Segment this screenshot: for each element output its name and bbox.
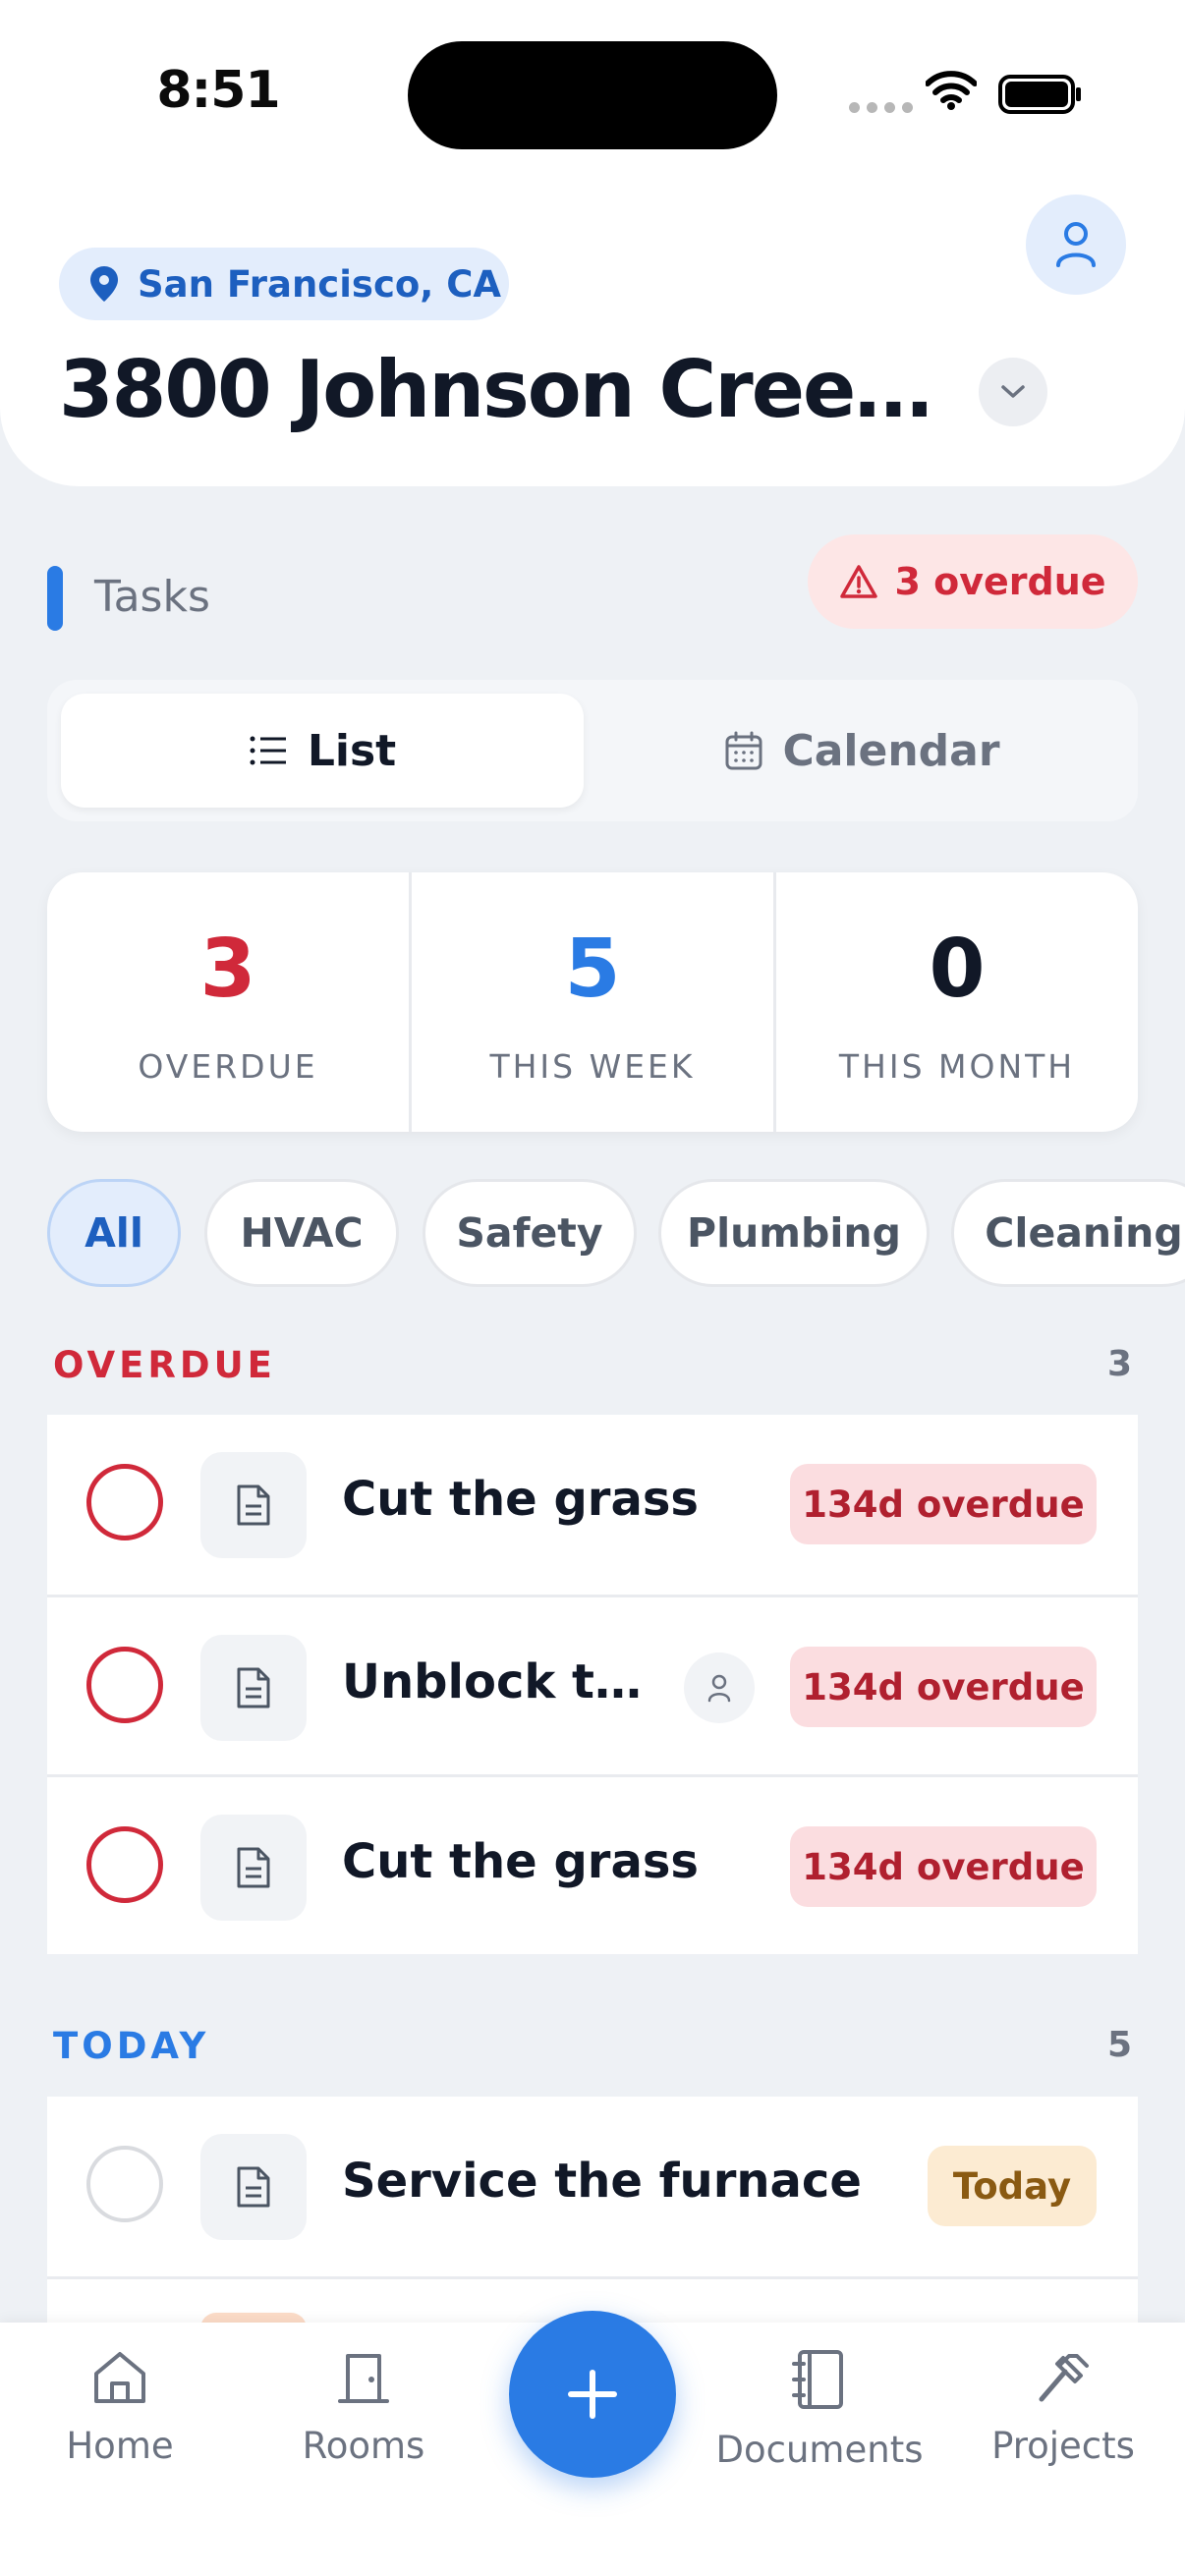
task-category-tile [200,2134,307,2240]
nav-rooms-label: Rooms [302,2425,425,2467]
stat-caption: THIS MONTH [838,1047,1076,1086]
stat-value: 3 [199,923,256,1016]
calendar-icon [725,731,762,770]
overdue-badge: 134d overdue [790,1647,1097,1727]
task-checkbox[interactable] [86,1826,163,1903]
profile-button[interactable] [1026,195,1126,295]
tab-calendar[interactable]: Calendar [601,694,1124,808]
group-count-today: 5 [1106,2025,1132,2065]
battery-icon [998,75,1081,114]
overdue-summary-pill[interactable]: 3 overdue [808,534,1138,629]
document-icon [237,1847,270,1888]
task-checkbox[interactable] [86,1464,163,1540]
hammer-icon [1039,2354,1089,2402]
home-icon [94,2352,145,2403]
stats-card: 3 OVERDUE 5 THIS WEEK 0 THIS MONTH [47,872,1138,1132]
task-row[interactable]: Unblock th... 134d overdue [47,1595,1138,1774]
door-icon [338,2354,389,2403]
group-header-today: TODAY [53,2025,210,2067]
chevron-down-icon [1001,385,1025,398]
nav-rooms[interactable]: Rooms [255,2348,472,2467]
stat-value: 5 [564,923,621,1016]
assignee-avatar [684,1652,755,1723]
filter-chip-cleaning[interactable]: Cleaning [951,1179,1185,1287]
view-toggle: List Calendar [47,680,1138,821]
tab-list[interactable]: List [61,694,584,808]
nav-documents-label: Documents [715,2429,924,2471]
location-chip[interactable]: San Francisco, CA [59,248,509,320]
filter-chip-hvac[interactable]: HVAC [204,1179,399,1287]
stat-caption: OVERDUE [138,1047,318,1086]
group-count-overdue: 3 [1106,1344,1132,1384]
tasks-accent-bar [47,566,63,631]
task-title: Cut the grass [342,1834,699,1889]
today-task-list: Service the furnace Today [47,2097,1138,2332]
group-header-overdue: OVERDUE [53,1344,276,1386]
overdue-badge: 134d overdue [790,1826,1097,1907]
address-dropdown-button[interactable] [979,358,1047,426]
user-icon [707,1674,731,1703]
stat-caption: THIS WEEK [489,1047,696,1086]
signal-icon [849,102,913,113]
document-icon [237,1484,270,1526]
task-title: Cut the grass [342,1472,699,1527]
task-category-tile [200,1635,307,1741]
overdue-task-list: Cut the grass 134d overdue Unblock th...… [47,1415,1138,1954]
user-icon [1056,222,1096,267]
warning-icon [840,565,878,598]
dynamic-island [408,41,777,149]
tab-calendar-label: Calendar [782,725,1000,776]
document-icon [237,2166,270,2208]
nav-home-label: Home [66,2425,174,2467]
nav-home[interactable]: Home [12,2348,228,2467]
stat-this-month[interactable]: 0 THIS MONTH [773,872,1138,1132]
task-title: Unblock th... [342,1654,666,1709]
status-time: 8:51 [156,61,280,120]
stat-this-week[interactable]: 5 THIS WEEK [409,872,773,1132]
filter-chip-plumbing[interactable]: Plumbing [658,1179,930,1287]
add-task-button[interactable] [509,2311,676,2478]
nav-projects[interactable]: Projects [955,2348,1171,2467]
tasks-label: Tasks [94,572,210,622]
task-row[interactable]: Cut the grass 134d overdue [47,1415,1138,1595]
task-row[interactable]: Service the furnace Today [47,2097,1138,2276]
stat-value: 0 [929,923,986,1016]
filter-chip-all[interactable]: All [47,1179,181,1287]
overdue-pill-label: 3 overdue [894,560,1106,603]
address-title[interactable]: 3800 Johnson Creek... [59,344,973,435]
today-badge: Today [928,2146,1097,2226]
nav-projects-label: Projects [991,2425,1135,2467]
document-icon [237,1667,270,1708]
map-pin-icon [90,266,118,302]
task-checkbox[interactable] [86,2146,163,2222]
filter-chip-safety[interactable]: Safety [423,1179,637,1287]
overdue-badge: 134d overdue [790,1464,1097,1544]
task-category-tile [200,1815,307,1921]
wifi-icon [926,71,977,110]
stat-overdue[interactable]: 3 OVERDUE [47,872,409,1132]
task-row[interactable]: Cut the grass 134d overdue [47,1774,1138,1954]
location-label: San Francisco, CA [138,262,502,306]
task-category-tile [200,1452,307,1558]
nav-documents[interactable]: Documents [711,2348,928,2471]
tab-list-label: List [307,725,397,776]
category-filter-row: All HVAC Safety Plumbing Cleaning [47,1179,1185,1289]
task-checkbox[interactable] [86,1647,163,1723]
notebook-icon [792,2350,843,2409]
plus-icon [568,2370,617,2419]
task-title: Service the furnace [342,2154,862,2209]
list-icon [250,736,286,765]
